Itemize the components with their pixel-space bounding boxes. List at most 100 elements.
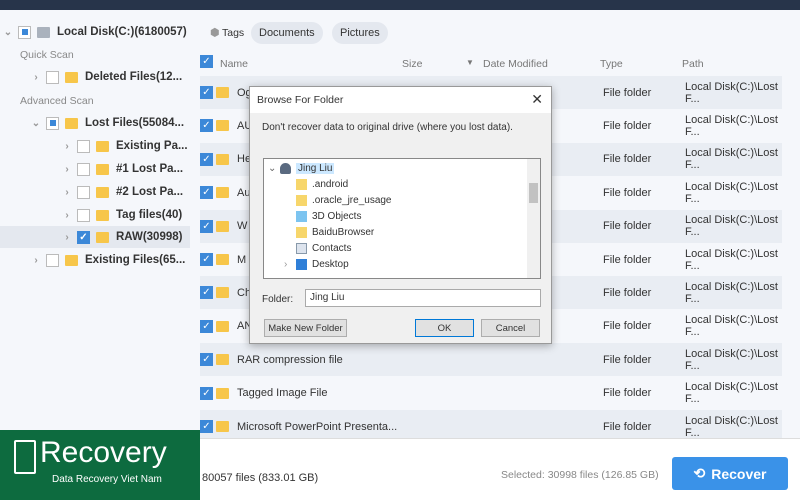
logo: Recovery Data Recovery Viet Nam xyxy=(0,430,200,500)
tree-item[interactable]: BaiduBrowser xyxy=(312,227,374,238)
folder-label: Folder: xyxy=(262,294,294,305)
table-row[interactable]: ✓ RAR compression file File folder Local Di… xyxy=(200,343,782,377)
chevron-down-icon[interactable]: ⌄ xyxy=(2,27,14,38)
recover-button[interactable]: ⟲ Recover xyxy=(672,457,788,490)
row-checkbox[interactable]: ✓ xyxy=(200,319,213,333)
row-checkbox[interactable]: ✓ xyxy=(200,219,213,233)
column-size[interactable]: Size xyxy=(402,58,422,70)
folder-icon xyxy=(216,421,229,432)
tree-child[interactable]: › Existing Pa... xyxy=(61,135,188,157)
drive-logo-icon xyxy=(14,440,36,474)
chevron-right-icon[interactable]: › xyxy=(30,72,42,83)
tree-child[interactable]: › Tag files(40) xyxy=(61,204,182,226)
column-name[interactable]: Name xyxy=(220,58,248,70)
row-checkbox[interactable]: ✓ xyxy=(200,420,213,433)
file-path: Local Disk(C:)\Lost F... xyxy=(685,214,778,239)
row-checkbox[interactable]: ✓ xyxy=(200,86,213,99)
logo-name: Recovery xyxy=(40,436,167,469)
file-name: W xyxy=(237,220,248,233)
total-files: 80057 files (833.01 GB) xyxy=(202,472,319,484)
select-all-checkbox[interactable]: ✓ xyxy=(200,55,213,68)
checkbox[interactable] xyxy=(18,25,31,39)
cancel-button[interactable]: Cancel xyxy=(481,319,540,337)
checkbox[interactable] xyxy=(77,208,90,222)
tree-existing[interactable]: › Existing Files(65... xyxy=(30,249,185,271)
column-date-modified[interactable]: Date Modified xyxy=(483,58,548,70)
ok-button[interactable]: OK xyxy=(415,319,474,337)
tree-lost[interactable]: ⌄ Lost Files(55084... xyxy=(30,112,184,134)
folder-icon xyxy=(216,387,229,399)
scrollbar[interactable] xyxy=(527,159,540,278)
file-type: File folder xyxy=(603,353,652,366)
file-type: File folder xyxy=(603,86,652,99)
folder-icon xyxy=(96,140,109,152)
tree-child-raw[interactable]: › ✓ RAW(30998) xyxy=(0,226,190,248)
file-type: File folder xyxy=(603,220,652,233)
tree-item[interactable]: Jing Liu xyxy=(296,162,335,174)
row-checkbox[interactable]: ✓ xyxy=(200,253,213,266)
folder-icon xyxy=(96,231,109,243)
row-checkbox[interactable]: ✓ xyxy=(200,353,213,367)
tree-label: #1 Lost Pa... xyxy=(116,163,184,175)
file-path: Local Disk(C:)\Lost F... xyxy=(685,113,778,138)
tree-child[interactable]: › #1 Lost Pa... xyxy=(61,158,183,180)
close-icon[interactable]: ✕ xyxy=(531,91,543,108)
file-type: File folder xyxy=(603,186,652,199)
folder-input[interactable]: Jing Liu xyxy=(305,289,541,307)
folder-icon xyxy=(216,254,229,265)
file-type: File folder xyxy=(603,387,652,400)
3d-objects-icon xyxy=(296,210,307,222)
folder-icon xyxy=(296,194,307,206)
folder-icon xyxy=(216,87,229,98)
column-type[interactable]: Type xyxy=(600,58,623,70)
tree-item[interactable]: 3D Objects xyxy=(312,211,361,222)
row-checkbox[interactable]: ✓ xyxy=(200,119,213,133)
folder-icon xyxy=(296,178,307,190)
tag-pictures[interactable]: Pictures xyxy=(332,22,388,44)
file-name: RAR compression file xyxy=(237,353,343,366)
tree-child[interactable]: › #2 Lost Pa... xyxy=(61,181,183,203)
folder-tree[interactable]: ⌄ Jing Liu .android .oracle_jre_usage 3D … xyxy=(263,158,541,279)
tree-item[interactable]: .android xyxy=(312,179,348,190)
tree-item[interactable]: Contacts xyxy=(312,243,351,254)
tags-label: Tags xyxy=(222,27,245,39)
row-checkbox[interactable]: ✓ xyxy=(200,186,213,200)
tree-label: #2 Lost Pa... xyxy=(116,186,184,198)
chevron-down-icon[interactable]: ⌄ xyxy=(30,118,42,129)
checkbox[interactable] xyxy=(46,116,59,130)
checkbox[interactable] xyxy=(46,70,59,84)
file-type: File folder xyxy=(603,153,652,166)
file-name: M xyxy=(237,253,247,266)
make-new-folder-button[interactable]: Make New Folder xyxy=(264,319,347,337)
tree-root[interactable]: ⌄ Local Disk(C:)(6180057) xyxy=(2,21,187,43)
file-name: Microsoft PowerPoint Presenta... xyxy=(237,420,398,433)
dialog-title: Browse For Folder xyxy=(257,94,344,106)
checkbox[interactable] xyxy=(77,185,90,199)
column-path[interactable]: Path xyxy=(682,58,704,70)
folder-icon xyxy=(216,153,229,165)
file-path: Local Disk(C:)\Lost F... xyxy=(685,147,778,172)
tag-documents[interactable]: Documents xyxy=(251,22,323,44)
row-checkbox[interactable]: ✓ xyxy=(200,386,213,400)
row-checkbox[interactable]: ✓ xyxy=(200,152,213,166)
folder-icon xyxy=(65,117,78,129)
disk-icon xyxy=(37,26,50,38)
file-path: Local Disk(C:)\Lost F... xyxy=(685,381,778,406)
table-row[interactable]: ✓ Tagged Image File File folder Local Disk(… xyxy=(200,376,782,410)
tree-item[interactable]: .oracle_jre_usage xyxy=(312,195,392,206)
checkbox[interactable]: ✓ xyxy=(77,230,90,244)
file-path: Local Disk(C:)\Lost F... xyxy=(685,314,778,339)
tree-deleted[interactable]: › Deleted Files(12... xyxy=(30,66,182,88)
tree-item[interactable]: Desktop xyxy=(312,259,349,270)
file-path: Local Disk(C:)\Lost F... xyxy=(685,180,778,205)
user-icon xyxy=(280,162,291,174)
checkbox[interactable] xyxy=(77,162,90,176)
row-checkbox[interactable]: ✓ xyxy=(200,286,213,300)
file-type: File folder xyxy=(603,253,652,266)
tree-label: Deleted Files(12... xyxy=(85,71,183,83)
checkbox[interactable] xyxy=(46,253,59,267)
folder-icon xyxy=(216,220,229,232)
checkbox[interactable] xyxy=(77,139,90,153)
file-path: Local Disk(C:)\Lost F... xyxy=(685,347,778,372)
tree-label: RAW(30998) xyxy=(116,231,183,243)
